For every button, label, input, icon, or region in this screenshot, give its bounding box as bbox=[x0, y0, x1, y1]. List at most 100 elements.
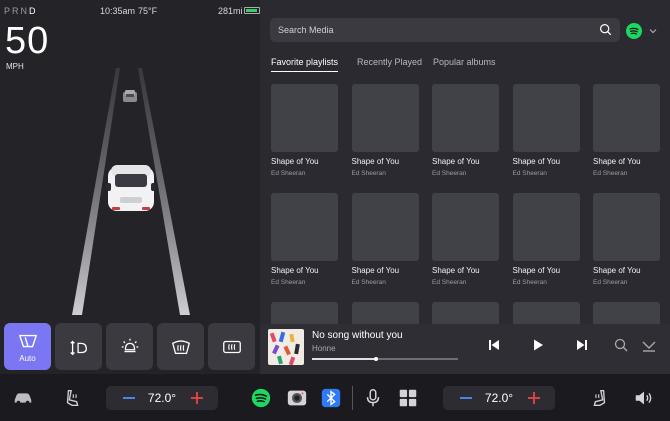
playlist-title: Shape of You bbox=[432, 157, 480, 166]
search-icon[interactable] bbox=[599, 23, 612, 36]
playlist-cover bbox=[593, 84, 660, 152]
playlist-card[interactable]: Shape of You Ed Sheeran bbox=[593, 84, 660, 177]
playlist-cover bbox=[432, 302, 499, 324]
quick-controls: Auto bbox=[4, 323, 258, 371]
app-launcher-icon[interactable] bbox=[397, 387, 419, 409]
wipers-auto-button[interactable]: Auto bbox=[4, 323, 51, 370]
playlist-title: Shape of You bbox=[271, 157, 319, 166]
tab-recently-played[interactable]: Recently Played bbox=[357, 57, 422, 71]
playlist-title: Shape of You bbox=[351, 157, 400, 166]
headlight-adjust-button[interactable] bbox=[55, 323, 102, 370]
playlist-card[interactable]: Shape of You Ed Sheeran bbox=[512, 84, 580, 177]
rear-defrost-button[interactable] bbox=[208, 323, 255, 370]
progress-knob[interactable] bbox=[374, 357, 379, 361]
wipers-label: Auto bbox=[19, 354, 36, 363]
front-defrost-button[interactable] bbox=[157, 323, 204, 370]
chevron-down-icon[interactable] bbox=[649, 27, 657, 35]
playlist-grid: Shape of You Ed Sheeran Shape of You Ed She… bbox=[271, 84, 670, 324]
playlist-cover bbox=[271, 302, 338, 324]
tab-favorite-playlists[interactable]: Favorite playlists bbox=[271, 57, 339, 72]
clock: 10:35am bbox=[100, 6, 136, 16]
gear-d: D bbox=[29, 6, 38, 16]
playlist-card[interactable]: Shape of You Ed Sheeran bbox=[512, 193, 580, 286]
playlist-title: Shape of You bbox=[593, 266, 641, 275]
playlist-artist: Ed Sheeran bbox=[593, 170, 628, 177]
playlist-card[interactable]: Shape of You Ed Sheeran bbox=[593, 193, 660, 286]
speed-readout: 50 bbox=[5, 20, 50, 62]
playlist-card[interactable]: Shape of You Ed Sheeran bbox=[271, 193, 338, 286]
playlist-card[interactable] bbox=[271, 302, 338, 324]
playlist-cover bbox=[271, 84, 338, 152]
playlist-card[interactable] bbox=[593, 302, 660, 324]
playlist-card[interactable]: Shape of You Ed Sheeran bbox=[271, 84, 338, 177]
dome-light-button[interactable] bbox=[106, 323, 153, 370]
previous-track-icon[interactable] bbox=[486, 337, 502, 353]
playlist-cover bbox=[271, 193, 338, 261]
road-visualization bbox=[72, 68, 190, 315]
playlist-card[interactable]: Shape of You Ed Sheeran bbox=[351, 84, 419, 177]
microphone-icon[interactable] bbox=[362, 387, 384, 409]
media-panel: Favorite playlists Recently Played Popul… bbox=[260, 0, 670, 374]
tab-popular-albums[interactable]: Popular albums bbox=[433, 57, 496, 71]
playlist-card[interactable]: Shape of You Ed Sheeran bbox=[432, 84, 499, 177]
playlist-cover bbox=[512, 84, 580, 152]
headlight-adjust-icon bbox=[69, 340, 87, 355]
playlist-cover bbox=[432, 193, 499, 261]
playlist-cover bbox=[593, 302, 660, 324]
playlist-card[interactable]: Shape of You Ed Sheeran bbox=[432, 193, 499, 286]
spotify-app-icon[interactable] bbox=[250, 387, 272, 409]
rear-defrost-icon bbox=[222, 340, 241, 353]
playlist-card[interactable] bbox=[432, 302, 499, 324]
gear-n: N bbox=[20, 6, 30, 16]
search-media-icon[interactable] bbox=[613, 337, 629, 353]
volume-icon[interactable] bbox=[633, 387, 655, 409]
now-playing-artist: Honne bbox=[312, 344, 336, 353]
now-playing-title: No song without you bbox=[312, 330, 403, 341]
playlist-card[interactable]: Shape of You Ed Sheeran bbox=[351, 193, 419, 286]
playlist-title: Shape of You bbox=[271, 266, 319, 275]
wiper-icon bbox=[18, 334, 37, 348]
spotify-icon[interactable] bbox=[626, 23, 642, 39]
media-search-bar[interactable] bbox=[270, 18, 620, 42]
playlist-artist: Ed Sheeran bbox=[351, 170, 386, 177]
car-icon[interactable] bbox=[12, 387, 34, 409]
status-bar: PRND 10:35am 75°F 281mi bbox=[4, 6, 260, 18]
playlist-cover bbox=[351, 84, 419, 152]
playlist-artist: Ed Sheeran bbox=[271, 279, 306, 286]
playlist-cover bbox=[512, 193, 580, 261]
bottom-dock: 72.0° 72.0° bbox=[0, 374, 670, 421]
gear-selector: PRND bbox=[4, 6, 38, 16]
passenger-climate-control: 72.0° bbox=[443, 386, 555, 410]
outside-temperature: 75°F bbox=[138, 6, 158, 16]
driver-temp-increase-button[interactable] bbox=[188, 390, 206, 406]
collapse-player-icon[interactable] bbox=[641, 337, 657, 353]
next-track-icon[interactable] bbox=[574, 337, 590, 353]
playlist-title: Shape of You bbox=[351, 266, 400, 275]
playlist-title: Shape of You bbox=[512, 266, 561, 275]
playlist-cover bbox=[593, 193, 660, 261]
lead-vehicle-icon bbox=[123, 90, 137, 102]
album-art[interactable] bbox=[268, 329, 304, 365]
playlist-title: Shape of You bbox=[432, 266, 480, 275]
gear-r: R bbox=[12, 6, 21, 16]
driver-seat-heater-icon[interactable] bbox=[62, 387, 84, 409]
media-search-input[interactable] bbox=[278, 22, 578, 38]
playlist-artist: Ed Sheeran bbox=[432, 170, 467, 177]
passenger-temp-increase-button[interactable] bbox=[525, 390, 543, 406]
ego-vehicle-icon bbox=[106, 165, 156, 211]
playlist-artist: Ed Sheeran bbox=[351, 279, 386, 286]
passenger-seat-heater-icon[interactable] bbox=[588, 387, 610, 409]
playlist-card[interactable] bbox=[512, 302, 580, 324]
playlist-cover bbox=[432, 84, 499, 152]
playlist-artist: Ed Sheeran bbox=[271, 170, 306, 177]
now-playing-bar: No song without you Honne bbox=[260, 324, 670, 374]
play-icon[interactable] bbox=[530, 337, 546, 353]
playlist-artist: Ed Sheeran bbox=[512, 170, 547, 177]
battery-icon bbox=[244, 7, 260, 14]
playlist-card[interactable] bbox=[351, 302, 419, 324]
playlist-cover bbox=[512, 302, 580, 324]
playlist-artist: Ed Sheeran bbox=[432, 279, 467, 286]
bluetooth-app-icon[interactable] bbox=[320, 387, 342, 409]
playback-progress[interactable] bbox=[312, 357, 458, 361]
camera-app-icon[interactable] bbox=[286, 387, 308, 409]
